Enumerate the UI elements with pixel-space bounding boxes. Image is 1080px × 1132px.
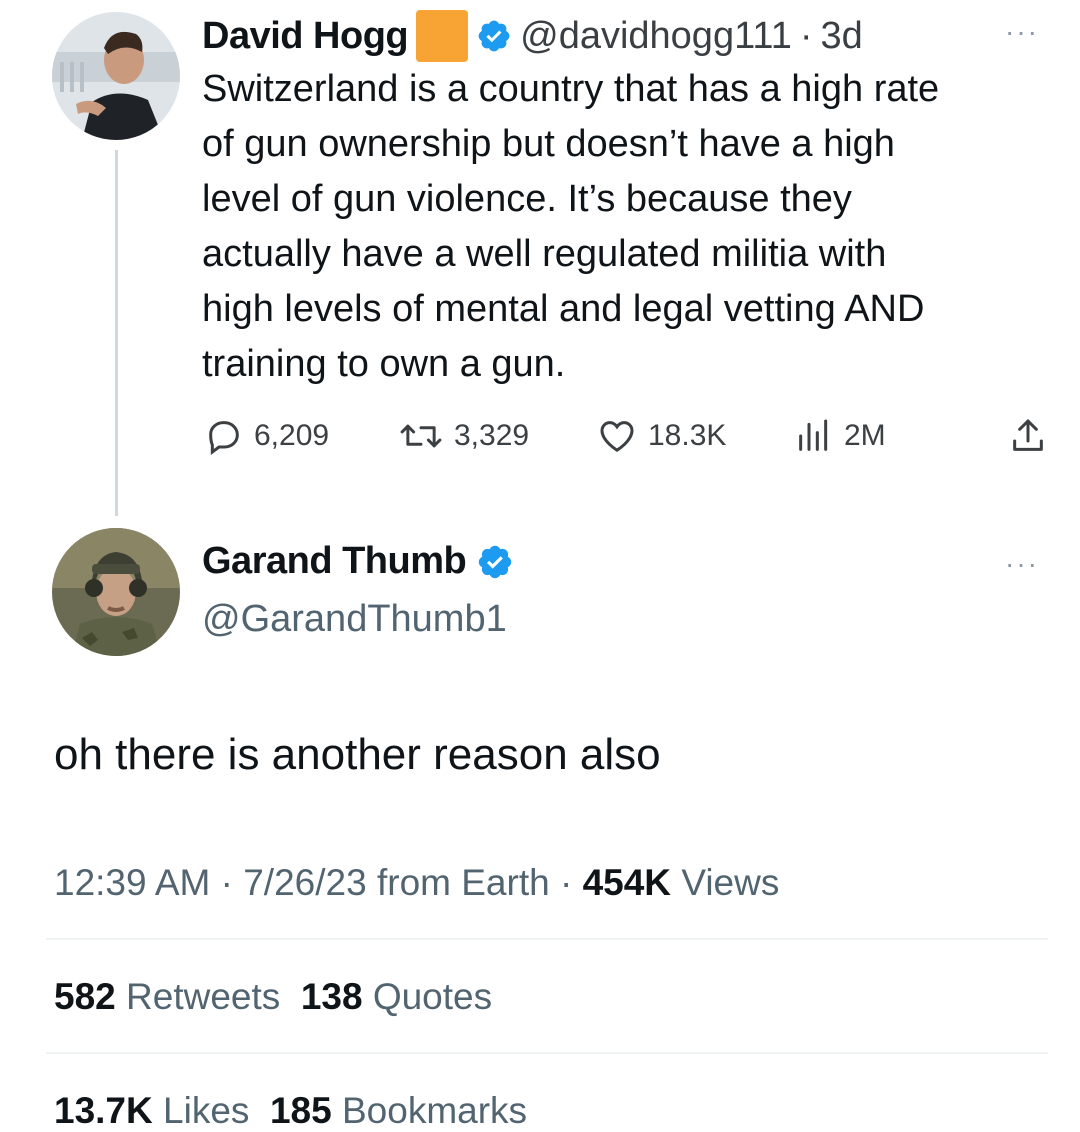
retweets-label: Retweets [126, 976, 281, 1017]
retweet-button[interactable]: 3,329 [398, 416, 529, 456]
share-button[interactable] [1008, 416, 1048, 456]
thread-connector-line [115, 150, 118, 516]
likes-count: 13.7K [54, 1090, 153, 1131]
divider [46, 938, 1048, 940]
tweet-time[interactable]: 12:39 AM [54, 862, 210, 903]
retweets-stat[interactable]: 582 Retweets [54, 976, 280, 1017]
retweets-count: 582 [54, 976, 116, 1017]
reply-button[interactable]: 6,209 [204, 416, 329, 456]
quoted-tweet-text: Switzerland is a country that has a high… [202, 62, 1042, 392]
meta-separator: · [220, 862, 233, 903]
quoted-tweet-header: David Hogg @davidhogg111 · 3d [202, 10, 863, 62]
share-icon [1013, 419, 1043, 451]
text-line: Switzerland is a country that has a high… [202, 68, 940, 110]
tweet-source: from Earth [376, 862, 550, 903]
retweet-quote-stats: 582 Retweets 138 Quotes [54, 976, 492, 1018]
quotes-label: Quotes [372, 976, 493, 1017]
reply-icon [209, 421, 239, 455]
text-line: of gun ownership but doesn’t have a high [202, 123, 895, 165]
author-handle[interactable]: @davidhogg111 [520, 15, 792, 58]
retweet-count: 3,329 [454, 419, 530, 452]
main-tweet-header: Garand Thumb [202, 540, 514, 583]
bookmarks-count: 185 [269, 1090, 332, 1131]
tweet-meta: 12:39 AM · 7/26/23 from Earth · 454K Vie… [54, 862, 779, 904]
likes-stat[interactable]: 13.7K Likes [54, 1090, 249, 1131]
like-count: 18.3K [648, 419, 727, 452]
bookmarks-label: Bookmarks [341, 1090, 528, 1131]
like-icon [600, 421, 634, 452]
author-name[interactable]: Garand Thumb [202, 540, 467, 583]
reply-count: 6,209 [254, 419, 330, 452]
likes-label: Likes [163, 1090, 250, 1131]
text-line: level of gun violence. It’s because they [202, 178, 852, 220]
text-line: high levels of mental and legal vetting … [202, 288, 925, 330]
text-line: training to own a gun. [202, 343, 566, 385]
divider [46, 1052, 1048, 1054]
views-count: 454K [582, 862, 672, 903]
quotes-count: 138 [300, 976, 363, 1017]
verified-badge-icon [476, 543, 514, 581]
meta-separator: · [559, 862, 573, 903]
views-button[interactable]: 2M [794, 416, 886, 456]
header-separator: · [799, 14, 813, 57]
author-name[interactable]: David Hogg [202, 15, 409, 58]
text-line: actually have a well regulated militia w… [202, 233, 887, 275]
retweet-icon [400, 424, 442, 448]
quotes-stat[interactable]: 138 Quotes [301, 976, 492, 1017]
author-handle[interactable]: @GarandThumb1 [202, 598, 507, 641]
orange-square-emoji-icon [416, 10, 469, 62]
like-button[interactable]: 18.3K [596, 416, 726, 456]
views-icon [799, 419, 828, 451]
bookmarks-stat[interactable]: 185 Bookmarks [270, 1090, 527, 1131]
tweet-date[interactable]: 7/26/23 [243, 862, 366, 903]
views-count: 2M [844, 419, 886, 452]
tweet-age[interactable]: 3d [821, 15, 863, 58]
more-icon[interactable]: ··· [1005, 548, 1039, 580]
main-tweet-text: oh there is another reason also [54, 730, 661, 779]
garand-thumb-avatar[interactable] [52, 528, 180, 656]
david-hogg-avatar[interactable] [52, 12, 180, 140]
more-icon[interactable]: ··· [1005, 16, 1039, 48]
views-label: Views [681, 862, 780, 903]
verified-badge-icon [476, 18, 512, 54]
